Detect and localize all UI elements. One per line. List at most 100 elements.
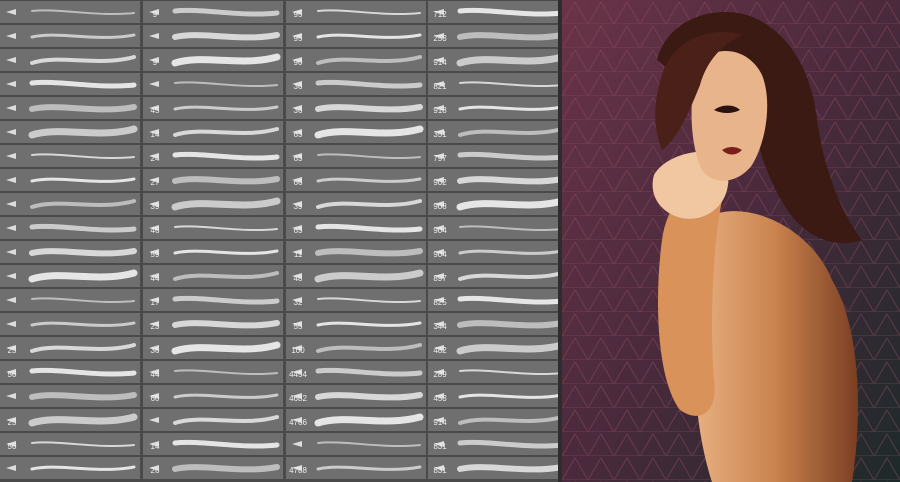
brush-preset[interactable]: 36	[143, 337, 283, 359]
brush-stroke-preview	[173, 249, 279, 255]
brush-preset[interactable]: 23	[143, 313, 283, 335]
brush-stroke-preview	[30, 321, 136, 327]
brush-preset[interactable]: 26	[143, 457, 283, 479]
brush-preset[interactable]	[0, 25, 140, 47]
brush-preset[interactable]: 914	[428, 409, 568, 431]
brush-stroke-preview	[30, 199, 136, 209]
brush-stroke-preview	[315, 248, 423, 257]
brush-preset[interactable]	[0, 217, 140, 239]
brush-preset[interactable]	[143, 73, 283, 95]
brush-preset[interactable]: 914	[428, 49, 568, 71]
brush-preset[interactable]: 25	[0, 409, 140, 431]
brush-tip-icon	[2, 4, 24, 20]
brush-preset[interactable]: 55	[286, 313, 426, 335]
brush-preset[interactable]	[0, 1, 140, 23]
brush-preset[interactable]	[0, 169, 140, 191]
brush-preset[interactable]: 59	[143, 241, 283, 263]
brush-size-label: 55	[293, 322, 303, 331]
brush-preset[interactable]: 918	[428, 97, 568, 119]
brush-preset[interactable]	[0, 265, 140, 287]
brush-preset[interactable]	[0, 385, 140, 407]
brush-preset[interactable]: 831	[428, 457, 568, 479]
brush-preset[interactable]: 95	[286, 1, 426, 23]
brush-size-label: 4682	[289, 394, 307, 403]
brush-preset[interactable]: 46	[143, 217, 283, 239]
brush-stroke-preview	[458, 249, 564, 255]
brush-preset[interactable]: 453	[428, 385, 568, 407]
brush-preset[interactable]: 14	[143, 433, 283, 455]
brush-preset[interactable]: 60	[143, 385, 283, 407]
brush-preset[interactable]: 9	[143, 49, 283, 71]
brush-size-label: 821	[433, 82, 447, 91]
brush-preset[interactable]: 289	[428, 361, 568, 383]
brush-preset[interactable]: 24	[143, 145, 283, 167]
brush-preset[interactable]: 482	[428, 337, 568, 359]
brush-preset[interactable]: 39	[286, 193, 426, 215]
brush-preset[interactable]: 11	[286, 241, 426, 263]
brush-preset[interactable]: 821	[428, 73, 568, 95]
brush-preset[interactable]: 17	[143, 289, 283, 311]
brush-preset[interactable]: 48	[286, 265, 426, 287]
brush-stroke-preview	[315, 392, 423, 401]
brush-preset[interactable]: 253	[428, 25, 568, 47]
brush-preset[interactable]: 14	[143, 121, 283, 143]
brush-preset[interactable]: 908	[428, 193, 568, 215]
brush-preset[interactable]: 344	[428, 313, 568, 335]
brush-preset[interactable]	[143, 25, 283, 47]
brush-preset[interactable]	[0, 457, 140, 479]
brush-preset[interactable]: 95	[286, 25, 426, 47]
brush-preset[interactable]	[0, 145, 140, 167]
brush-stroke-preview	[457, 32, 565, 41]
brush-preset[interactable]: 4788	[286, 457, 426, 479]
brush-preset[interactable]: 44	[143, 265, 283, 287]
brush-preset[interactable]: 897	[428, 265, 568, 287]
brush-preset[interactable]: 904	[428, 241, 568, 263]
brush-preset[interactable]: 100	[286, 337, 426, 359]
brush-preset[interactable]: 25	[0, 337, 140, 359]
brush-preset[interactable]: 63	[286, 121, 426, 143]
brush-preset[interactable]: 4682	[286, 385, 426, 407]
brush-preset[interactable]: 63	[286, 145, 426, 167]
brush-preset[interactable]: 4454	[286, 361, 426, 383]
brush-preset[interactable]: 351	[428, 121, 568, 143]
brush-preset[interactable]: 90	[286, 49, 426, 71]
brush-preset[interactable]: 712	[428, 1, 568, 23]
brush-preset[interactable]	[0, 193, 140, 215]
brush-preset[interactable]: 63	[286, 217, 426, 239]
brush-preset[interactable]	[0, 97, 140, 119]
brush-preset[interactable]	[143, 409, 283, 431]
brush-preset[interactable]: 4766	[286, 409, 426, 431]
brush-preset[interactable]: 45	[143, 97, 283, 119]
brush-preset[interactable]	[0, 313, 140, 335]
brush-preset[interactable]: 797	[428, 145, 568, 167]
brush-preset[interactable]	[0, 241, 140, 263]
brush-preset[interactable]	[0, 49, 140, 71]
brush-preset[interactable]: 66	[286, 169, 426, 191]
brush-preset[interactable]: 50	[0, 433, 140, 455]
brush-size-label: 4454	[289, 370, 307, 379]
brush-stroke-preview	[457, 439, 565, 449]
brush-stroke-preview	[28, 269, 138, 283]
brush-preset[interactable]	[0, 289, 140, 311]
brush-preset[interactable]: 902	[428, 169, 568, 191]
brush-tip-icon	[2, 220, 24, 236]
brush-preset[interactable]	[0, 73, 140, 95]
brush-preset[interactable]: 904	[428, 217, 568, 239]
brush-preset[interactable]	[0, 121, 140, 143]
brush-stroke-preview	[173, 105, 279, 111]
brush-preset[interactable]: 32	[286, 289, 426, 311]
brush-preset[interactable]: 831	[428, 433, 568, 455]
brush-preset[interactable]	[286, 433, 426, 455]
brush-stroke-preview	[172, 439, 280, 449]
brush-preset[interactable]: 39	[143, 193, 283, 215]
brush-preset[interactable]: 44	[143, 361, 283, 383]
brush-preset[interactable]: 36	[286, 97, 426, 119]
brush-preset[interactable]: 50	[0, 361, 140, 383]
brush-preset[interactable]: 27	[143, 169, 283, 191]
brush-size-label: 825	[433, 298, 447, 307]
brush-preset[interactable]: 9	[143, 1, 283, 23]
brush-tip-icon	[2, 124, 24, 140]
brush-size-label: 831	[433, 466, 447, 475]
brush-preset[interactable]: 36	[286, 73, 426, 95]
brush-preset[interactable]: 825	[428, 289, 568, 311]
